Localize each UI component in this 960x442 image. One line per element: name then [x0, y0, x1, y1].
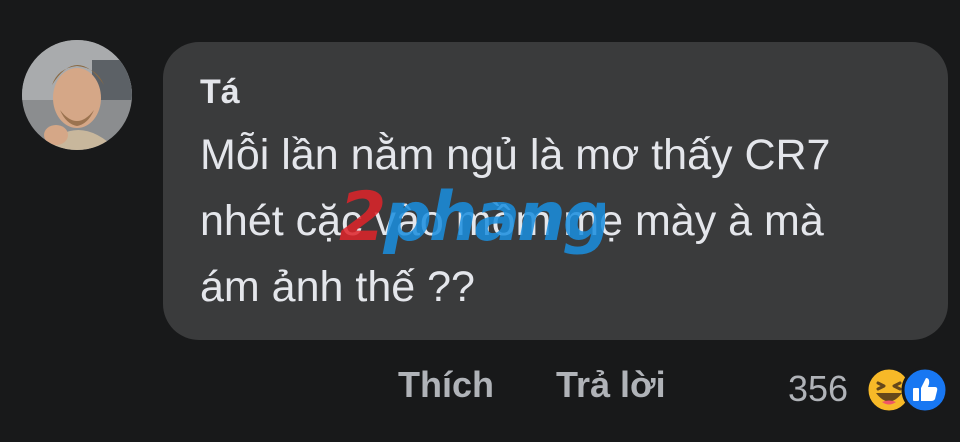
reaction-icons[interactable] [865, 366, 957, 416]
comment-actions: Thích Trả lời 356 [0, 362, 960, 414]
comment-screen: Tá Mỗi lần nằm ngủ là mơ thấy CR7 nhét c… [0, 0, 960, 442]
like-icon [901, 366, 949, 414]
reaction-count[interactable]: 356 [788, 366, 848, 412]
comment-author[interactable]: Tá [200, 72, 240, 112]
avatar-photo [22, 40, 132, 150]
like-button[interactable]: Thích [398, 362, 494, 408]
reply-button[interactable]: Trả lời [556, 362, 666, 408]
avatar[interactable] [22, 40, 132, 150]
comment-bubble: Tá Mỗi lần nằm ngủ là mơ thấy CR7 nhét c… [163, 42, 948, 340]
comment-text: Mỗi lần nằm ngủ là mơ thấy CR7 nhét cặc … [200, 131, 831, 311]
